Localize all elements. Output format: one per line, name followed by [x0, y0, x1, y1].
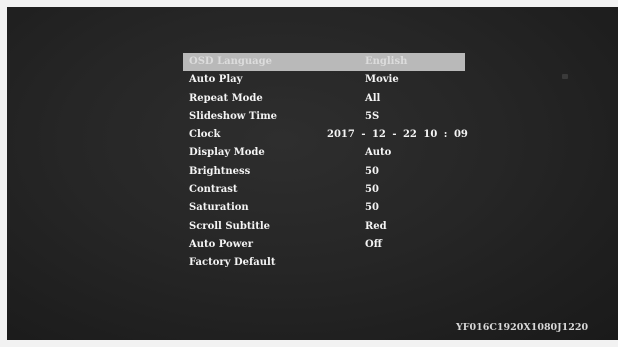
display-screen: OSD Language English Auto Play Movie Rep…: [7, 7, 618, 340]
menu-item-label: Contrast: [189, 184, 238, 196]
menu-item-clock[interactable]: Clock 2017 - 12 - 22 10 : 09: [183, 126, 468, 144]
menu-item-repeat-mode[interactable]: Repeat Mode All: [183, 90, 465, 108]
menu-item-brightness[interactable]: Brightness 50: [183, 163, 465, 181]
model-code: YF016C1920X1080J1220: [456, 322, 589, 333]
menu-item-value: 50: [365, 184, 379, 196]
menu-item-value: Movie: [365, 74, 399, 86]
menu-item-value: All: [365, 92, 381, 104]
menu-item-scroll-subtitle[interactable]: Scroll Subtitle Red: [183, 218, 465, 236]
menu-item-contrast[interactable]: Contrast 50: [183, 181, 465, 199]
menu-item-value: English: [365, 56, 408, 67]
menu-item-factory-default[interactable]: Factory Default: [183, 254, 465, 272]
menu-item-value: 50: [365, 165, 379, 177]
menu-item-value: Red: [365, 220, 387, 232]
menu-item-label: Display Mode: [189, 147, 265, 159]
menu-item-label: Brightness: [189, 165, 251, 177]
menu-item-slideshow-time[interactable]: Slideshow Time 5S: [183, 108, 465, 126]
monitor-frame: OSD Language English Auto Play Movie Rep…: [0, 0, 618, 347]
menu-item-value: Off: [365, 238, 382, 250]
menu-item-label: Repeat Mode: [189, 92, 263, 104]
menu-item-value: Auto: [365, 147, 392, 159]
menu-item-label: Auto Play: [189, 74, 243, 86]
screen-speck: [562, 74, 568, 79]
menu-item-label: Factory Default: [189, 257, 276, 269]
menu-item-osd-language[interactable]: OSD Language English: [183, 53, 465, 72]
menu-item-value: 2017 - 12 - 22 10 : 09: [327, 129, 468, 141]
menu-item-value: 5S: [365, 110, 380, 122]
menu-item-label: Clock: [189, 129, 221, 141]
menu-item-saturation[interactable]: Saturation 50: [183, 199, 465, 217]
menu-item-display-mode[interactable]: Display Mode Auto: [183, 144, 465, 162]
menu-item-auto-power[interactable]: Auto Power Off: [183, 236, 465, 254]
menu-item-value: 50: [365, 202, 379, 214]
osd-settings-menu: OSD Language English Auto Play Movie Rep…: [183, 53, 468, 273]
menu-item-label: Saturation: [189, 202, 249, 214]
menu-item-label: Slideshow Time: [189, 110, 278, 122]
menu-item-label: OSD Language: [189, 56, 272, 67]
menu-item-label: Scroll Subtitle: [189, 220, 271, 232]
menu-item-auto-play[interactable]: Auto Play Movie: [183, 71, 465, 89]
menu-item-label: Auto Power: [189, 238, 253, 250]
